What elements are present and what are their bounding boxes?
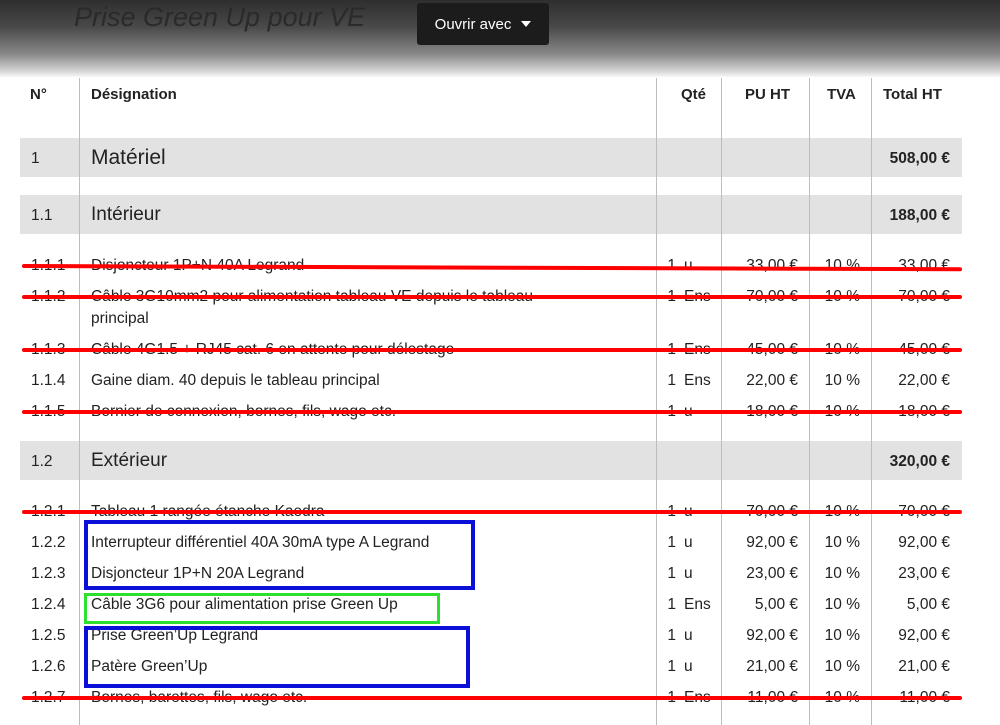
group-band xyxy=(20,195,962,234)
row-tva: 10 % xyxy=(824,658,860,675)
row-pu: 23,00 € xyxy=(746,565,798,582)
open-with-label: Ouvrir avec xyxy=(434,15,512,33)
row-designation: Gaine diam. 40 depuis le tableau princip… xyxy=(91,372,380,389)
row-tva: 10 % xyxy=(824,627,860,644)
caret-down-icon xyxy=(521,21,532,27)
group-num: 1.2 xyxy=(31,453,53,470)
row-unit: u xyxy=(684,627,693,644)
column-divider xyxy=(871,78,872,725)
col-header-pu: PU HT xyxy=(745,86,790,103)
row-total: 92,00 € xyxy=(898,534,950,551)
col-header-qty: Qté xyxy=(681,86,707,103)
column-divider xyxy=(79,78,80,725)
row-tva: 10 % xyxy=(824,565,860,582)
row-pu: 21,00 € xyxy=(746,658,798,675)
row-unit: u xyxy=(684,658,693,675)
row-num: 1.2.2 xyxy=(31,534,66,551)
strikethrough-line xyxy=(22,348,962,352)
row-num: 1.1.4 xyxy=(31,372,66,389)
strikethrough-line xyxy=(22,510,962,514)
col-header-tva: TVA xyxy=(827,86,856,103)
col-header-designation: Désignation xyxy=(91,86,177,103)
row-qty: 1 xyxy=(667,372,676,389)
section-num: 1 xyxy=(31,150,40,167)
row-total: 23,00 € xyxy=(898,565,950,582)
viewer-toolbar: Prise Green Up pour VE Ouvrir avec xyxy=(0,0,1000,78)
column-divider xyxy=(721,78,722,725)
row-unit: Ens xyxy=(684,372,711,389)
strikethrough-line xyxy=(22,295,962,299)
row-total: 33,00 € xyxy=(898,257,950,274)
row-total: 92,00 € xyxy=(898,627,950,644)
group-total: 188,00 € xyxy=(889,207,950,224)
blue-highlight-box xyxy=(84,626,470,688)
row-num: 1.2.3 xyxy=(31,565,66,582)
row-pu: 92,00 € xyxy=(746,627,798,644)
blue-highlight-box xyxy=(84,520,475,590)
row-unit: u xyxy=(684,534,693,551)
row-total: 5,00 € xyxy=(906,596,950,613)
column-divider xyxy=(656,78,657,725)
strikethrough-line xyxy=(22,410,962,414)
row-designation-cont: principal xyxy=(91,310,149,327)
row-tva: 10 % xyxy=(824,534,860,551)
row-num: 1.2.5 xyxy=(31,627,66,644)
col-header-total: Total HT xyxy=(883,86,942,103)
row-num: 1.2.6 xyxy=(31,658,66,675)
row-tva: 10 % xyxy=(824,596,860,613)
row-qty: 1 xyxy=(667,534,676,551)
row-pu: 92,00 € xyxy=(746,534,798,551)
strikethrough-line xyxy=(22,696,962,700)
row-qty: 1 xyxy=(667,658,676,675)
row-num: 1.2.4 xyxy=(31,596,66,613)
row-total: 22,00 € xyxy=(898,372,950,389)
document-title: Prise Green Up pour VE xyxy=(74,2,366,32)
group-label: Intérieur xyxy=(91,204,161,225)
section-total: 508,00 € xyxy=(889,150,950,167)
row-unit: Ens xyxy=(684,596,711,613)
col-header-num: N° xyxy=(30,86,47,103)
green-highlight-box xyxy=(84,593,440,624)
section-label: Matériel xyxy=(91,146,166,169)
group-num: 1.1 xyxy=(31,207,53,224)
open-with-button[interactable]: Ouvrir avec xyxy=(417,3,549,45)
row-qty: 1 xyxy=(667,627,676,644)
row-qty: 1 xyxy=(667,565,676,582)
row-tva: 10 % xyxy=(824,372,860,389)
row-total: 21,00 € xyxy=(898,658,950,675)
group-label: Extérieur xyxy=(91,450,168,471)
row-pu: 22,00 € xyxy=(746,372,798,389)
row-qty: 1 xyxy=(667,596,676,613)
row-unit: u xyxy=(684,565,693,582)
column-divider xyxy=(809,78,810,725)
group-total: 320,00 € xyxy=(889,453,950,470)
row-pu: 5,00 € xyxy=(754,596,798,613)
